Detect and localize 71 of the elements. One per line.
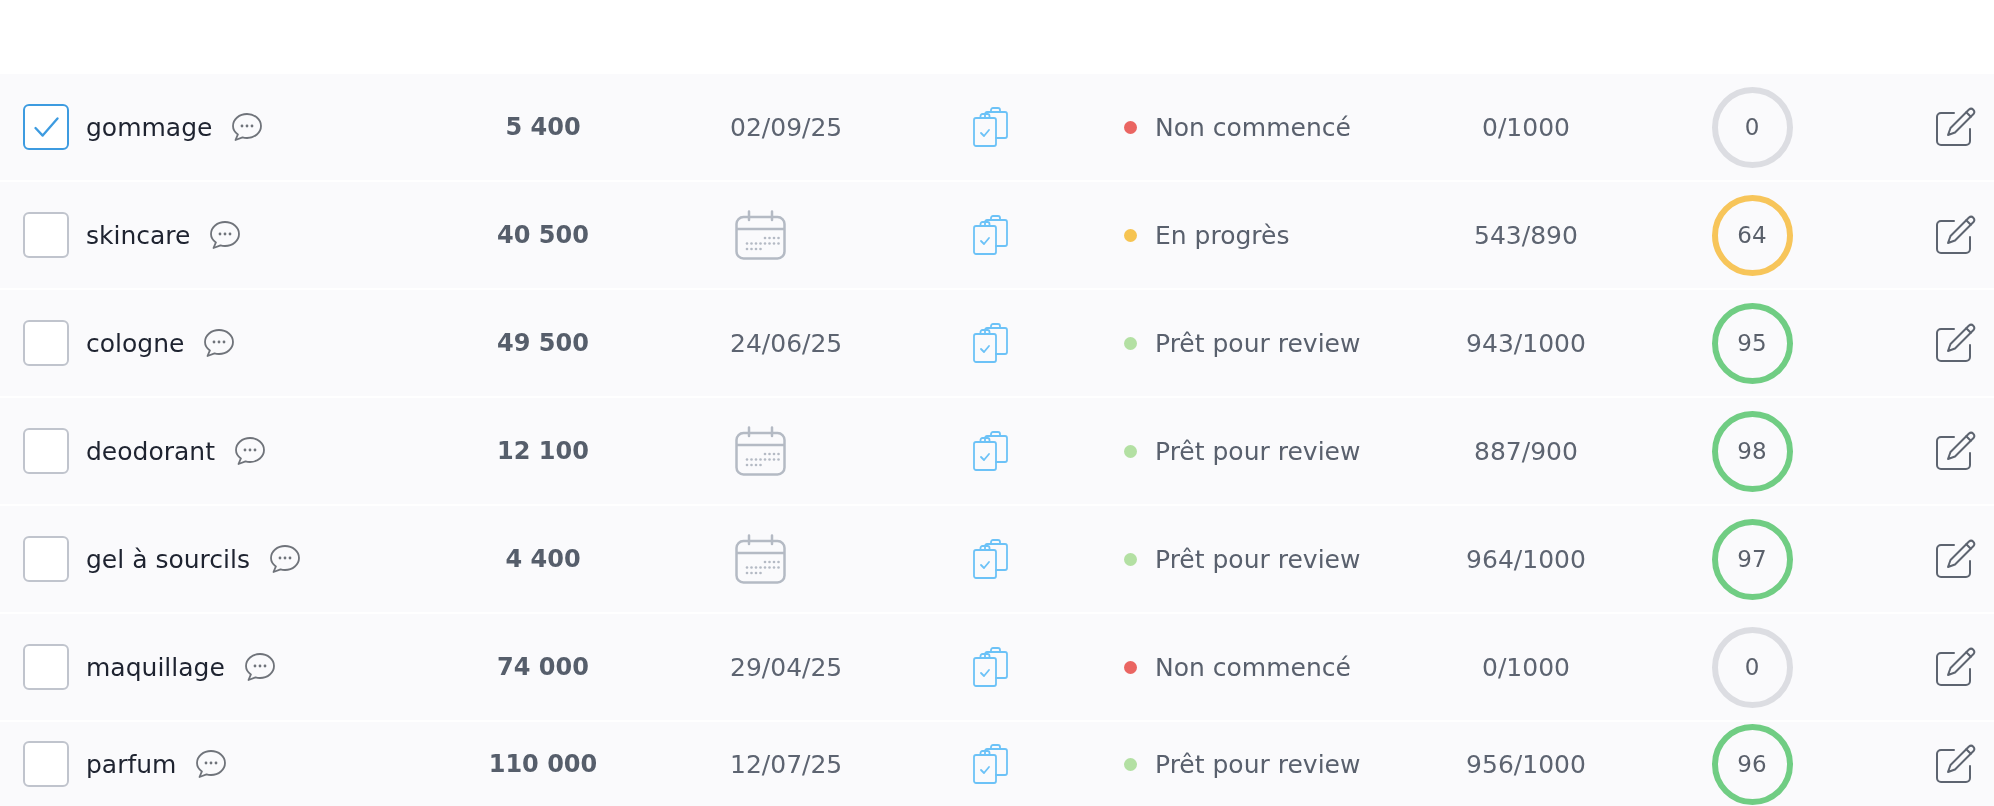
score-badge: 96 bbox=[1711, 723, 1793, 805]
edit-icon[interactable] bbox=[1935, 323, 1976, 363]
comment-icon[interactable] bbox=[232, 113, 263, 141]
word-count-text: 887/900 bbox=[1474, 436, 1578, 466]
row-checkbox[interactable] bbox=[23, 536, 69, 582]
status-text: Prêt pour review bbox=[1155, 436, 1361, 466]
keyword-text: parfum bbox=[86, 749, 177, 779]
keyword-text: cologne bbox=[86, 328, 185, 358]
row-checkbox[interactable] bbox=[23, 741, 69, 787]
status-text: Prêt pour review bbox=[1155, 544, 1361, 574]
clipboard-icon[interactable] bbox=[972, 431, 1008, 471]
word-count-text: 964/1000 bbox=[1466, 544, 1586, 574]
volume-text: 5 400 bbox=[505, 113, 581, 141]
clipboard-icon[interactable] bbox=[972, 744, 1008, 784]
score-badge: 0 bbox=[1711, 86, 1793, 168]
status-text: Non commencé bbox=[1155, 112, 1351, 142]
comment-icon[interactable] bbox=[196, 750, 227, 778]
row-checkbox[interactable] bbox=[23, 320, 69, 366]
status-text: Prêt pour review bbox=[1155, 328, 1361, 358]
volume-text: 4 400 bbox=[505, 545, 581, 573]
edit-icon[interactable] bbox=[1935, 215, 1976, 255]
word-count-text: 0/1000 bbox=[1482, 112, 1570, 142]
status-text: En progrès bbox=[1155, 220, 1290, 250]
due-date-text: 29/04/25 bbox=[730, 652, 843, 682]
comment-icon[interactable] bbox=[269, 545, 300, 573]
volume-text: 74 000 bbox=[497, 653, 589, 681]
comment-icon[interactable] bbox=[210, 221, 241, 249]
due-date-text: 12/07/25 bbox=[730, 749, 843, 779]
checkmark-icon bbox=[33, 116, 59, 138]
comment-icon[interactable] bbox=[234, 437, 265, 465]
keyword-text: maquillage bbox=[86, 652, 225, 682]
score-badge: 64 bbox=[1711, 194, 1793, 276]
edit-icon[interactable] bbox=[1935, 647, 1976, 687]
volume-text: 49 500 bbox=[497, 329, 589, 357]
score-badge: 97 bbox=[1711, 518, 1793, 600]
calendar-icon[interactable] bbox=[735, 426, 786, 476]
clipboard-icon[interactable] bbox=[972, 107, 1008, 147]
volume-text: 12 100 bbox=[497, 437, 589, 465]
row-checkbox[interactable] bbox=[23, 644, 69, 690]
volume-text: 40 500 bbox=[497, 221, 589, 249]
row-checkbox[interactable] bbox=[23, 212, 69, 258]
row-checkbox[interactable] bbox=[23, 104, 69, 150]
keyword-text: skincare bbox=[86, 220, 191, 250]
keyword-text: gel à sourcils bbox=[86, 544, 250, 574]
status-text: Prêt pour review bbox=[1155, 749, 1361, 779]
calendar-icon[interactable] bbox=[735, 534, 786, 584]
keyword-text: gommage bbox=[86, 112, 213, 142]
clipboard-icon[interactable] bbox=[972, 215, 1008, 255]
volume-text: 110 000 bbox=[488, 750, 598, 778]
clipboard-icon[interactable] bbox=[972, 323, 1008, 363]
clipboard-icon[interactable] bbox=[972, 647, 1008, 687]
word-count-text: 943/1000 bbox=[1466, 328, 1586, 358]
row-checkbox[interactable] bbox=[23, 428, 69, 474]
word-count-text: 0/1000 bbox=[1482, 652, 1570, 682]
due-date-text: 24/06/25 bbox=[730, 328, 843, 358]
keyword-text: deodorant bbox=[86, 436, 215, 466]
status-text: Non commencé bbox=[1155, 652, 1351, 682]
edit-icon[interactable] bbox=[1935, 107, 1976, 147]
comment-icon[interactable] bbox=[244, 653, 275, 681]
edit-icon[interactable] bbox=[1935, 431, 1976, 471]
score-badge: 0 bbox=[1711, 626, 1793, 708]
comment-icon[interactable] bbox=[204, 329, 235, 357]
word-count-text: 543/890 bbox=[1474, 220, 1578, 250]
score-badge: 98 bbox=[1711, 410, 1793, 492]
due-date-text: 02/09/25 bbox=[730, 112, 843, 142]
word-count-text: 956/1000 bbox=[1466, 749, 1586, 779]
calendar-icon[interactable] bbox=[735, 210, 786, 260]
score-badge: 95 bbox=[1711, 302, 1793, 384]
clipboard-icon[interactable] bbox=[972, 539, 1008, 579]
edit-icon[interactable] bbox=[1935, 539, 1976, 579]
edit-icon[interactable] bbox=[1935, 744, 1976, 784]
